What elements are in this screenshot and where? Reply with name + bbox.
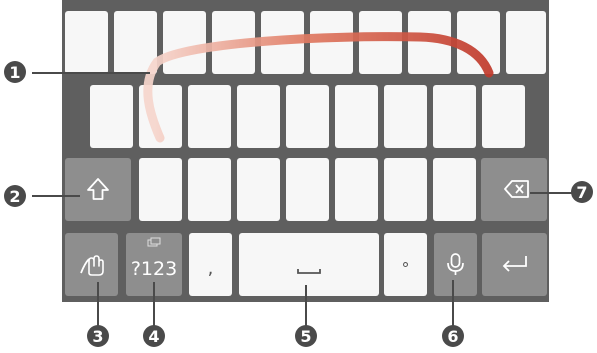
key-row2-2[interactable] bbox=[139, 85, 182, 148]
key-row3-4[interactable] bbox=[286, 158, 329, 221]
callout-3: 3 bbox=[87, 325, 109, 347]
key-row2-8[interactable] bbox=[433, 85, 476, 148]
comma-key[interactable]: , bbox=[189, 233, 232, 296]
key-row2-6[interactable] bbox=[335, 85, 378, 148]
callout-1-leader bbox=[32, 72, 150, 74]
comma-key-label: , bbox=[207, 258, 214, 279]
callout-6: 6 bbox=[442, 325, 464, 347]
backspace-key[interactable] bbox=[481, 158, 547, 221]
key-row1-3[interactable] bbox=[163, 11, 206, 74]
enter-arrow-icon bbox=[502, 256, 527, 272]
key-row2-9[interactable] bbox=[482, 85, 525, 148]
key-row3-6[interactable] bbox=[384, 158, 427, 221]
key-row3-1[interactable] bbox=[139, 158, 182, 221]
key-row3-7[interactable] bbox=[433, 158, 476, 221]
key-row1-2[interactable] bbox=[114, 11, 157, 74]
space-bar-icon bbox=[297, 269, 321, 274]
key-row3-3[interactable] bbox=[237, 158, 280, 221]
key-row1-5[interactable] bbox=[261, 11, 304, 74]
callout-7-leader bbox=[530, 192, 573, 194]
microphone-icon bbox=[447, 253, 464, 275]
callout-1: 1 bbox=[4, 61, 26, 83]
callout-7: 7 bbox=[571, 181, 593, 203]
callout-4: 4 bbox=[143, 325, 165, 347]
key-row1-10[interactable] bbox=[506, 11, 546, 74]
key-row1-6[interactable] bbox=[310, 11, 353, 74]
key-row1-7[interactable] bbox=[359, 11, 402, 74]
key-row2-1[interactable] bbox=[90, 85, 133, 148]
callout-4-leader bbox=[153, 282, 155, 326]
shift-key[interactable] bbox=[65, 158, 131, 221]
backspace-icon bbox=[504, 180, 529, 198]
swipe-hand-icon bbox=[80, 255, 104, 276]
gesture-key[interactable] bbox=[65, 233, 118, 296]
period-key[interactable]: ° bbox=[384, 233, 427, 296]
symbols-key-label: ?123 bbox=[130, 257, 178, 280]
callout-5: 5 bbox=[295, 325, 317, 347]
key-row3-5[interactable] bbox=[335, 158, 378, 221]
key-row2-7[interactable] bbox=[384, 85, 427, 148]
callout-5-leader bbox=[305, 285, 307, 326]
keyboard: ?123 , ° bbox=[62, 0, 549, 302]
key-row2-4[interactable] bbox=[237, 85, 280, 148]
callout-2-leader bbox=[32, 195, 80, 197]
enter-key[interactable] bbox=[482, 233, 547, 296]
voice-input-key[interactable] bbox=[434, 233, 477, 296]
key-row1-8[interactable] bbox=[408, 11, 451, 74]
shift-arrow-icon bbox=[87, 178, 109, 200]
key-row3-2[interactable] bbox=[188, 158, 231, 221]
key-row1-1[interactable] bbox=[65, 11, 108, 74]
callout-2: 2 bbox=[4, 185, 26, 207]
period-key-label: ° bbox=[401, 259, 410, 278]
callout-6-leader bbox=[452, 280, 454, 326]
key-row2-3[interactable] bbox=[188, 85, 231, 148]
key-row1-9[interactable] bbox=[457, 11, 500, 74]
key-row2-5[interactable] bbox=[286, 85, 329, 148]
space-key[interactable] bbox=[239, 233, 379, 296]
callout-3-leader bbox=[97, 282, 99, 326]
key-row1-4[interactable] bbox=[212, 11, 255, 74]
